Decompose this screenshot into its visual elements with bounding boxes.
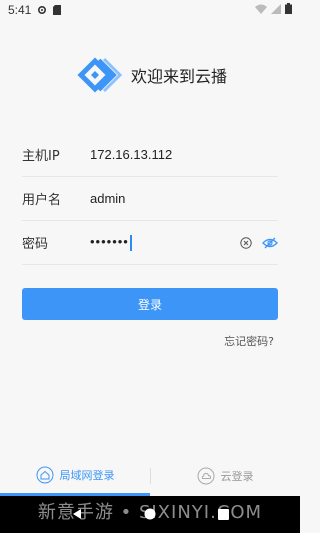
ip-input[interactable]: 172.16.13.112	[90, 147, 278, 162]
password-row: 密码 •••••••	[22, 221, 278, 265]
forgot-password-link[interactable]: 忘记密码?	[224, 333, 274, 349]
signal-icon	[271, 3, 281, 17]
home-icon	[36, 466, 54, 484]
username-input[interactable]: admin	[90, 191, 278, 206]
login-button[interactable]: 登录	[22, 288, 278, 320]
app-title: 欢迎来到云播	[130, 67, 227, 86]
login-form: 主机IP 172.16.13.112 用户名 admin 密码 •••••••	[22, 133, 278, 265]
text-caret	[129, 234, 132, 251]
eye-toggle-icon[interactable]	[262, 237, 278, 249]
status-bar: 5:41	[0, 0, 300, 20]
password-input[interactable]: •••••••	[90, 234, 230, 251]
tab-cloud-label: 云登录	[220, 470, 254, 483]
password-dots: •••••••	[90, 234, 129, 250]
sd-card-icon	[53, 5, 62, 15]
watermark: 新意手游 • SIXINYI.COM	[37, 502, 263, 523]
battery-icon	[285, 3, 292, 17]
clear-icon[interactable]	[240, 236, 252, 249]
tab-lan-label: 局域网登录	[59, 468, 115, 482]
ip-label: 主机IP	[22, 149, 60, 164]
app-logo-icon	[77, 57, 123, 93]
password-label: 密码	[22, 237, 49, 252]
header: 欢迎来到云播	[0, 50, 300, 100]
login-mode-tabs: 局域网登录 云登录	[0, 456, 300, 496]
wifi-icon	[255, 3, 267, 17]
tab-lan-login[interactable]: 局域网登录	[0, 456, 150, 496]
status-time: 5:41	[8, 3, 32, 17]
username-label: 用户名	[22, 193, 62, 208]
settings-gear-icon	[37, 5, 47, 15]
cloud-icon	[197, 467, 215, 485]
tab-cloud-login[interactable]: 云登录	[150, 456, 300, 496]
username-row: 用户名 admin	[22, 177, 278, 221]
ip-row: 主机IP 172.16.13.112	[22, 133, 278, 177]
